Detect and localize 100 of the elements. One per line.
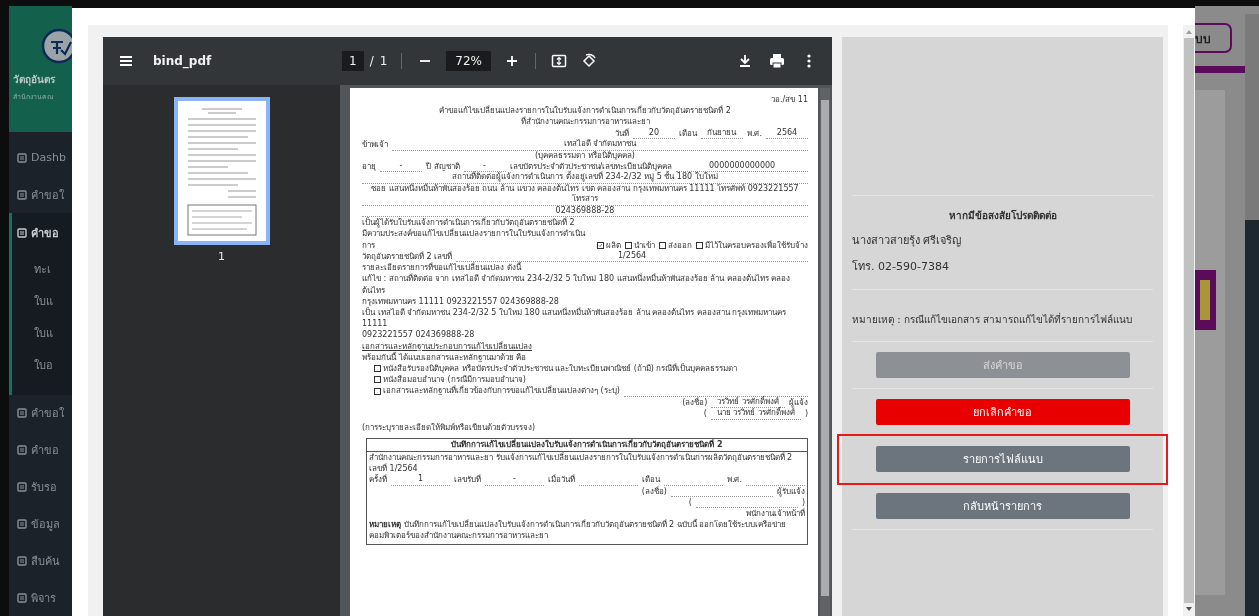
nav-item[interactable]: รับรอ — [31, 478, 57, 497]
print-icon[interactable] — [768, 52, 786, 70]
filled-value: สถานที่ติดต่อผู้แจ้งการดำเนินการ ตั้งอยู่เลขที่ 234-2/32 หมู่ 5 ชั้น 180 ใบใหม่ — [362, 172, 808, 184]
form-text: (ลงชื่อ) — [641, 485, 667, 497]
form-text: เป็น เทสไอดี จำกัดมหาชน 234-2/32 5 ใบใหม่ 180 แสนหนึ่งหมื่นห้าพันสองร้อย ล้าน คลองต้นไทร คลองสาน กรุงเทพมหานคร 11111 — [362, 307, 788, 330]
form-caption: (การระบุรายละเอียดให้พิมพ์หรือเขียนด้วยตัวบรรจง) — [362, 421, 537, 434]
nav-item[interactable]: คำขอ — [31, 224, 59, 243]
checkbox-label: นำเข้า — [634, 239, 655, 251]
nav-subitem[interactable]: ใบแ — [34, 292, 53, 311]
page-thumbnail[interactable] — [173, 97, 270, 245]
scrollbar[interactable] — [820, 88, 830, 616]
form-text: ปี สัญชาติ — [426, 160, 460, 171]
nav-subitem[interactable]: ใบแ — [34, 324, 53, 343]
checkbox-label: หนังสือรับรองนิติบุคคล หรือบัตรประจำตัวประชาชน และใบทะเบียนพาณิชย์ (ถ้ามี) กรณีที่เป็นบุคคลธรรมดา — [383, 363, 738, 375]
form-text: เดือน — [678, 127, 697, 140]
form-text: พ.ศ. — [726, 474, 743, 486]
form-title: ที่สำนักงานคณะกรรมการอาหารและยา — [520, 116, 650, 128]
filled-value: - — [485, 474, 544, 486]
brand-title: วัตถุอันตร — [13, 73, 55, 87]
accent-bar — [1195, 66, 1245, 73]
checkbox-label: เอกสารและหลักฐานที่เกี่ยวข้องกับการขอแก้ไขเปลี่ยนแปลงต่างๆ (ระบุ) — [383, 385, 620, 397]
form-text: อายุ — [362, 160, 376, 173]
form-text: พ.ศ. — [746, 127, 762, 140]
form-text: เป็นผู้ได้รับใบรับแจ้งการดำเนินการเกี่ยวกับวัตถุอันตรายชนิดที่ 2 — [362, 217, 575, 229]
filled-value: 20 — [632, 127, 675, 140]
filled-value: นาย วรวิทย์ วรศักดิ์พงศ์ — [710, 408, 801, 420]
nav-icon — [17, 592, 27, 603]
scrollbar[interactable] — [1245, 14, 1259, 220]
form-text: หมายเหตุ บันทึกการแก้ไขเปลี่ยนแปลงใบรับแจ้งการดำเนินการเกี่ยวกับวัตถุอันตรายชนิดที่ 2 ฉบับนี้ ออกโดยใช้ระบบเครือข่ายคอมพิวเตอร์ของสำนักงานคณะกรรมการอาหารและยา — [369, 519, 788, 542]
filled-value: 024369888-28 — [362, 205, 808, 218]
form-text: 0923221557 024369888-28 — [362, 329, 475, 341]
note-text: หมายเหตุ : กรณีแก้ไขเอกสาร สามารถแก้ไขได้ที่รายการไฟล์แนบ — [852, 312, 1133, 327]
form-text: ผู้รับแจ้ง — [777, 485, 805, 497]
filled-value: 0000000000000 — [676, 160, 808, 173]
form-text: วัตถุอันตรายชนิดที่ 2 เลขที่ — [362, 251, 453, 261]
nav-item[interactable]: คำขอใ — [31, 404, 64, 423]
filled-value: กันยายน — [700, 127, 743, 140]
nav-icon — [17, 408, 27, 419]
form-text: (ลงชื่อ) — [682, 396, 708, 409]
zoom-field[interactable]: 72% — [446, 51, 491, 71]
form-text: ( — [688, 496, 692, 508]
form-text: สำนักงานคณะกรรมการอาหารและยา รับแจ้งการแก้ไขเปลี่ยนแปลงรายการในใบรับแจ้งการดำเนินการผลิตวัตถุอันตรายชนิดที่ 2 — [369, 451, 793, 463]
form-text: รายละเอียดรายการที่ขอแก้ไขเปลี่ยนแปลง ดังนี้ — [362, 262, 521, 274]
form-text: ) — [804, 408, 808, 420]
filled-value: 2564 — [766, 127, 808, 140]
fit-page-icon[interactable] — [550, 52, 568, 70]
nav-item[interactable]: สืบค้น — [31, 551, 60, 570]
filled-value: - — [380, 160, 422, 173]
form-text: ) — [801, 497, 805, 508]
nav-item[interactable]: ข้อมูล — [31, 514, 60, 533]
nav-icon — [17, 152, 27, 163]
page-number: 1 — [218, 250, 225, 263]
form-text: ครั้งที่ — [369, 474, 387, 486]
form-text: กรุงเทพมหานคร 11111 0923221557 024369888-28 — [362, 295, 559, 307]
nav-item[interactable]: Dashb — [31, 151, 66, 165]
page-count: 1 — [379, 54, 388, 68]
action-button[interactable]: รายการไฟล์แนบ — [875, 446, 1130, 472]
form-text: เดือน — [641, 474, 660, 486]
rotate-icon[interactable] — [580, 52, 598, 70]
contact-phone: โทร. 02-590-7384 — [852, 259, 950, 275]
nav-icon — [17, 555, 27, 566]
form-text: ( — [703, 408, 707, 420]
form-text: ผู้แจ้ง — [789, 396, 808, 408]
nav-subitem[interactable]: ทะเ — [34, 260, 51, 279]
form-text: วอ./สข 11 — [771, 94, 808, 106]
form-title: คำขอแก้ไขเปลี่ยนแปลงรายการในใบรับแจ้งการดำเนินการเกี่ยวกับวัตถุอันตรายชนิดที่ 2 — [438, 105, 732, 117]
section-heading: เอกสารและหลักฐานประกอบการแก้ไขเปลี่ยนแปลง — [362, 341, 532, 351]
form-text: พร้อมกันนี้ ได้แนบเอกสารและหลักฐานมาด้วย คือ — [362, 351, 527, 364]
form-text: แก้ไข : สถานที่ติดต่อ จาก เทสไอดี จำกัดมหาชน 234-2/32 5 ใบใหม่ 180 แสนหนึ่งหมื่นห้าพันสองร้อย ล้าน คลองต้นไทร คลองต้นไทร — [362, 273, 792, 296]
action-button[interactable]: ยกเลิกคำขอ — [875, 399, 1130, 425]
header-button[interactable]: บบ — [1195, 23, 1232, 53]
nav-item[interactable]: พิจาร — [31, 588, 56, 607]
nav-item[interactable]: คำขอใ — [31, 185, 64, 204]
form-text: พนักงานเจ้าหน้าที่ — [746, 507, 805, 520]
checkbox-label: ผลิต — [606, 239, 621, 251]
action-button[interactable]: กลับหน้ารายการ — [875, 493, 1130, 519]
record-title: บันทึกการแก้ไขเปลี่ยนแปลงใบรับแจ้งการดำเนินการเกี่ยวกับวัตถุอันตรายชนิดที่ 2 — [451, 439, 723, 449]
checkbox-label: หนังสือมอบอำนาจ (กรณีมีการมอบอำนาจ) — [383, 374, 526, 385]
form-text: มีความประสงค์ขอแก้ไขเปลี่ยนแปลงรายการในใบรับแจ้งการดำเนินการ — [362, 228, 587, 251]
page-input[interactable]: 1 — [342, 51, 364, 71]
nav-icon — [17, 482, 27, 493]
form-text: วันที่ — [614, 127, 629, 139]
nav-subitem[interactable]: ใบอ — [34, 356, 53, 375]
form-caption: (บุคคลธรรมดา หรือนิติบุคคล) — [534, 150, 636, 161]
form-text: เลขที่ 1/2564 — [369, 462, 418, 474]
file-name: bind_pdf — [153, 54, 213, 68]
nav-icon — [17, 189, 27, 200]
filled-value: ซอย แสนหนึ่งหมื่นห้าพันสองร้อย ถนน ล้าน แขวง คลองต้นไทร เขต คลองสาน กรุงเทพมหานคร 11111 โทรศัพท์ 0923221557 โทรสาร — [362, 183, 808, 206]
scroll-down-icon[interactable] — [1185, 605, 1193, 613]
scrollbar[interactable] — [1183, 25, 1195, 616]
filled-value: 1 — [391, 474, 450, 486]
checkbox-label: ส่งออก — [668, 239, 692, 251]
filled-value: 1/2564 — [456, 250, 808, 263]
page-separator: / — [369, 54, 374, 68]
filled-value: เทสไอดี จำกัดมหาชน — [392, 139, 808, 151]
form-text: เมื่อวันที่ — [547, 474, 575, 486]
form-text: เลขบัตรประจำตัวประชาชน/เลขทะเบียนนิติบุคคล — [509, 160, 673, 171]
nav-item[interactable]: คำขอ — [31, 441, 59, 460]
nav-icon — [17, 518, 27, 529]
contact-heading: หากมีข้อสงสัยโปรดติดต่อ — [947, 209, 1058, 223]
